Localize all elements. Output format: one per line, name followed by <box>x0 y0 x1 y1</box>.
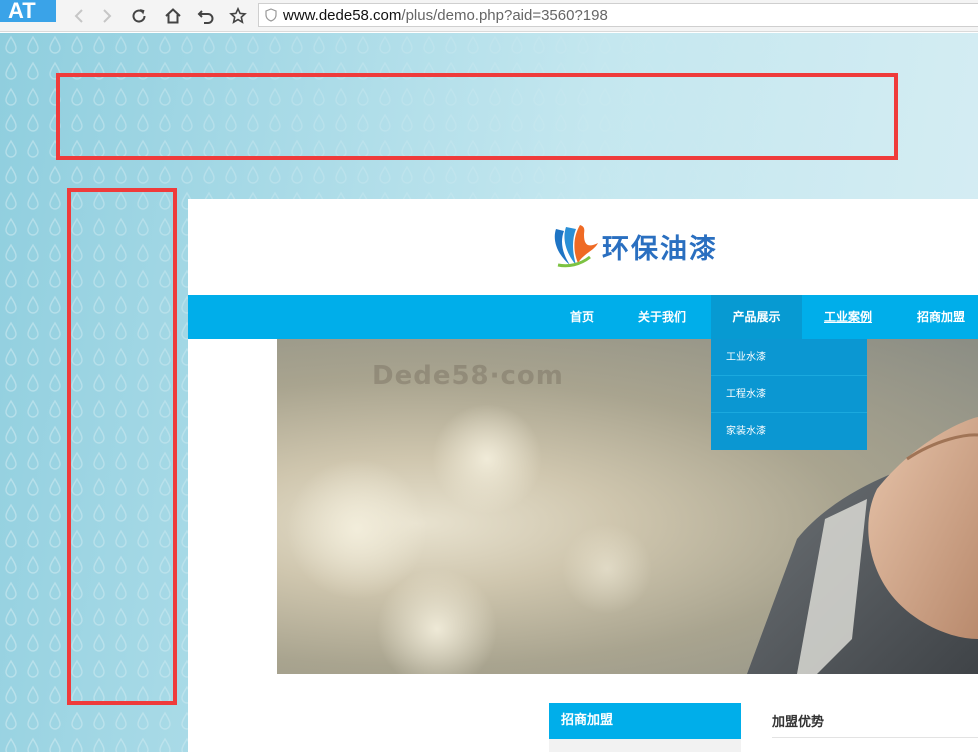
undo-icon[interactable] <box>193 3 219 29</box>
bookmark-star-icon[interactable] <box>225 3 251 29</box>
banner-watermark: Dede58·com <box>372 361 564 391</box>
annotation-rectangle-left <box>67 188 177 705</box>
products-dropdown-menu: 工业水漆 工程水漆 家装水漆 <box>711 339 867 450</box>
dropdown-item-engineering[interactable]: 工程水漆 <box>711 376 867 413</box>
nav-label: 工业案例 <box>823 310 872 324</box>
sidebar-title: 招商加盟 <box>549 703 741 739</box>
logo-text: 环保油漆 <box>602 233 718 265</box>
dropdown-item-industrial[interactable]: 工业水漆 <box>711 339 867 376</box>
shield-icon <box>259 4 283 26</box>
address-bar[interactable]: www.dede58.com/plus/demo.php?aid=3560?19… <box>258 3 978 27</box>
content-title: 加盟优势 <box>772 715 825 730</box>
sidebar-panel <box>549 739 741 752</box>
nav-item-products[interactable]: 产品展示 <box>711 295 802 339</box>
site-logo[interactable]: 环保油漆 <box>550 219 718 273</box>
browser-toolbar: AT www.dede58.com/plus/demo.php?aid=3560… <box>0 0 978 32</box>
back-icon[interactable] <box>66 3 92 29</box>
website-content: 环保油漆 首页 关于我们 产品展示 工业案例 招商加盟 Dede58·com 工… <box>188 199 978 752</box>
home-icon[interactable] <box>160 3 186 29</box>
nav-item-franchise[interactable]: 招商加盟 <box>908 295 974 339</box>
url-text: www.dede58.com/plus/demo.php?aid=3560?19… <box>283 7 608 24</box>
nav-label: 关于我们 <box>637 310 686 324</box>
nav-label: 产品展示 <box>732 310 781 324</box>
reload-icon[interactable] <box>126 3 152 29</box>
main-navigation: 首页 关于我们 产品展示 工业案例 招商加盟 <box>188 295 978 339</box>
url-path: /plus/demo.php?aid=3560?198 <box>401 6 608 24</box>
app-badge: AT <box>0 0 56 22</box>
nav-item-home[interactable]: 首页 <box>558 295 606 339</box>
nav-item-about[interactable]: 关于我们 <box>631 295 693 339</box>
annotation-rectangle-top <box>56 73 898 160</box>
dropdown-item-home[interactable]: 家装水漆 <box>711 413 867 450</box>
nav-label: 招商加盟 <box>916 310 965 324</box>
forward-icon[interactable] <box>94 3 120 29</box>
nav-item-cases[interactable]: 工业案例 <box>816 295 880 339</box>
page-background: 环保油漆 首页 关于我们 产品展示 工业案例 招商加盟 Dede58·com 工… <box>0 33 978 752</box>
nav-label: 首页 <box>569 310 594 324</box>
hero-banner[interactable]: Dede58·com <box>277 339 978 674</box>
logo-mark-icon <box>554 225 598 268</box>
content-divider <box>772 737 978 738</box>
url-domain: www.dede58.com <box>283 6 402 24</box>
